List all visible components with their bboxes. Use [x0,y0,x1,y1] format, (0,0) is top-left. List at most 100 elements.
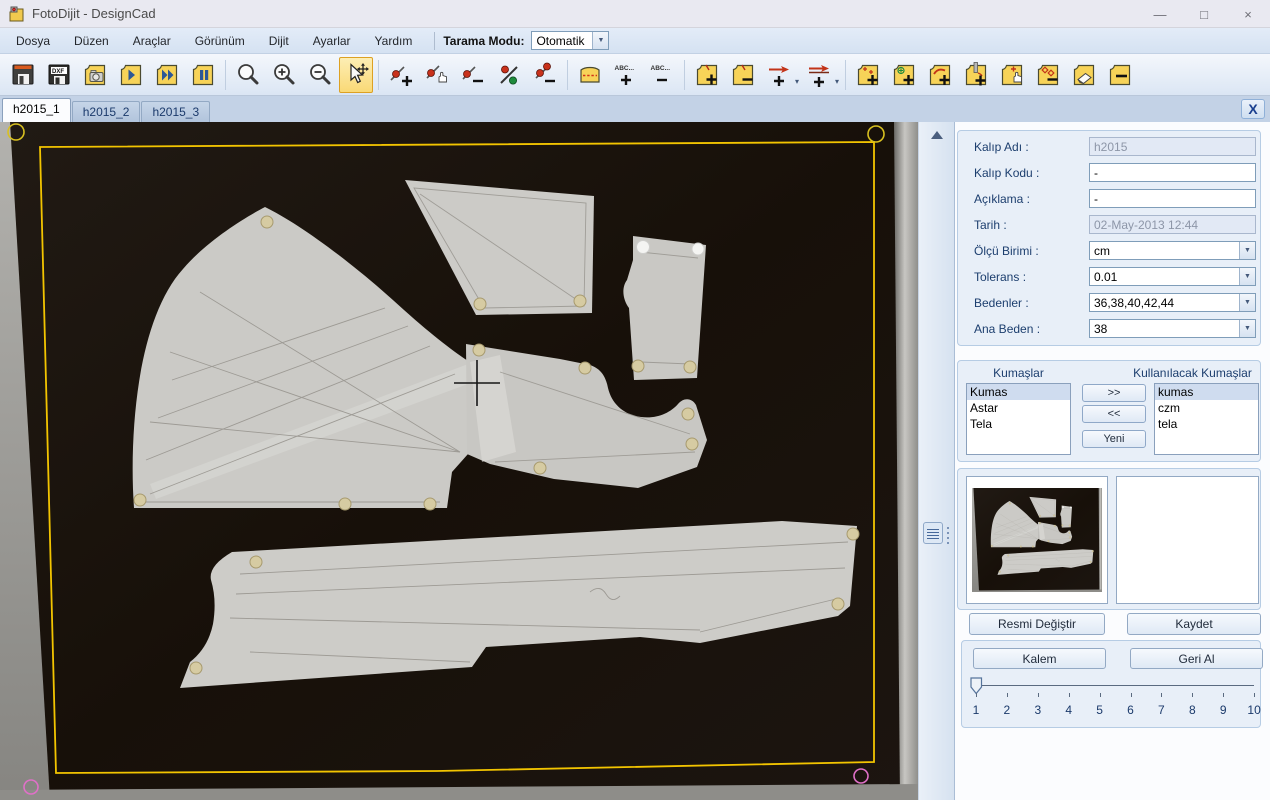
tool-scan-pause-icon[interactable] [186,57,220,93]
tool-grainline-line-add-dropdown-icon[interactable]: ▾ [835,77,839,86]
close-document-button[interactable]: X [1241,99,1265,119]
field-input-5[interactable]: 0.01▼ [1089,267,1256,286]
tool-save-dxf-icon[interactable]: DXF [42,57,76,93]
panel-collapse-handle[interactable] [923,522,943,544]
menu-item-grnm[interactable]: Görünüm [183,30,257,52]
tool-text-add-icon[interactable]: ABC... [609,57,643,93]
slider-tick [1254,693,1255,697]
tool-piece-delete-icon[interactable] [1103,57,1137,93]
tool-piece-grade-add-icon[interactable] [887,57,921,93]
fabrics-used-title: Kullanılacak Kumaşlar [1126,366,1259,380]
tool-zoom-out-icon[interactable] [303,57,337,93]
field-label: Ana Beden : [974,322,1040,336]
save-pattern-button[interactable]: Kaydet [1127,613,1261,635]
menu-item-dosya[interactable]: Dosya [4,30,62,52]
chevron-down-icon[interactable]: ▼ [1239,268,1255,285]
list-item[interactable]: tela [1155,416,1258,432]
menu-item-dijit[interactable]: Dijit [257,30,301,52]
form-row: Kalıp Adı :h2015 [958,137,1260,157]
chevron-down-icon[interactable]: ▼ [1239,294,1255,311]
tool-piece-points-add-icon[interactable] [851,57,885,93]
menu-item-aralar[interactable]: Araçlar [121,30,183,52]
tool-zoom-in-icon[interactable] [267,57,301,93]
fabrics-used-list[interactable]: kumasczmtela [1154,383,1259,455]
tool-save-icon[interactable] [6,57,40,93]
field-input-6[interactable]: 36,38,40,42,44▼ [1089,293,1256,312]
slider-label: 6 [1121,703,1141,717]
list-item[interactable]: czm [1155,400,1258,416]
field-input-4[interactable]: cm▼ [1089,241,1256,260]
tool-grainline-add-dropdown-icon[interactable]: ▾ [795,77,799,86]
field-input-1[interactable]: - [1089,163,1256,182]
pattern-info-group: Kalıp Adı :h2015Kalıp Kodu :-Açıklama :-… [957,130,1261,346]
maximize-button[interactable]: □ [1182,0,1226,28]
tool-point-delete-icon[interactable] [456,57,490,93]
undo-button[interactable]: Geri Al [1130,648,1263,669]
tool-point-type-toggle-icon[interactable] [492,57,526,93]
list-item[interactable]: Astar [967,400,1070,416]
tool-grainline-add-icon[interactable] [762,57,796,93]
tool-capture-photo-icon[interactable] [78,57,112,93]
fabrics-available-list[interactable]: KumasAstarTela [966,383,1071,455]
properties-panel: Kalıp Adı :h2015Kalıp Kodu :-Açıklama :-… [955,122,1270,800]
empty-thumbnail[interactable] [1116,476,1259,604]
tab-h2015_3[interactable]: h2015_3 [141,101,210,122]
menu-item-ayarlar[interactable]: Ayarlar [301,30,363,52]
move-left-button[interactable]: << [1082,405,1146,423]
tool-notch-add-icon[interactable] [690,57,724,93]
list-item[interactable]: Kumas [967,384,1070,400]
close-button[interactable]: × [1226,0,1270,28]
main-toolbar: DXF ABC...ABC... ▾ ▾ [0,54,1270,96]
move-right-button[interactable]: >> [1082,384,1146,402]
pen-button[interactable]: Kalem [973,648,1106,669]
new-fabric-button[interactable]: Yeni [1082,430,1146,448]
tool-point-move-icon[interactable] [420,57,454,93]
field-value: 38 [1090,322,1239,336]
menu-item-dzen[interactable]: Düzen [62,30,121,52]
tool-points-delete-icon[interactable] [528,57,562,93]
field-input-2[interactable]: - [1089,189,1256,208]
scan-mode-value: Otomatik [532,32,592,49]
field-value: cm [1090,244,1239,258]
tool-select-move-icon[interactable] [339,57,373,93]
tool-piece-marks-delete-icon[interactable] [1031,57,1065,93]
form-row: Bedenler :36,38,40,42,44▼ [958,293,1260,313]
tool-point-add-icon[interactable] [384,57,418,93]
field-value: - [1090,166,1255,180]
change-image-button[interactable]: Resmi Değiştir [969,613,1105,635]
list-item[interactable]: Tela [967,416,1070,432]
menu-item-yardm[interactable]: Yardım [363,30,425,52]
tab-h2015_2[interactable]: h2015_2 [72,101,141,122]
list-item[interactable]: kumas [1155,384,1258,400]
tool-text-delete-icon[interactable]: ABC... [645,57,679,93]
scroll-up-icon[interactable] [931,131,943,139]
tool-piece-curve-add-icon[interactable] [923,57,957,93]
chevron-down-icon[interactable]: ▼ [1239,242,1255,259]
tool-piece-pick-icon[interactable] [995,57,1029,93]
form-row: Açıklama :- [958,189,1260,209]
field-input-3: 02-May-2013 12:44 [1089,215,1256,234]
splitter-grip-dots[interactable] [947,524,949,547]
tool-scan-step-icon[interactable] [114,57,148,93]
chevron-down-icon[interactable]: ▼ [592,32,608,49]
tool-piece-drill-add-icon[interactable] [959,57,993,93]
tool-grainline-line-add-icon[interactable] [802,57,836,93]
tool-internal-line-icon[interactable] [573,57,607,93]
field-input-7[interactable]: 38▼ [1089,319,1256,338]
tab-h2015_1[interactable]: h2015_1 [2,98,71,122]
chevron-down-icon[interactable]: ▼ [1239,320,1255,337]
tool-piece-erase-icon[interactable] [1067,57,1101,93]
pen-size-slider[interactable]: 12345678910 [962,671,1262,727]
scan-mode-combobox[interactable]: Otomatik ▼ [531,31,609,50]
minimize-button[interactable]: — [1138,0,1182,28]
pattern-photo-canvas[interactable] [0,122,918,800]
window-title: FotoDijit - DesignCad [32,6,156,21]
slider-tick [1100,693,1101,697]
slider-track[interactable] [974,685,1254,686]
slider-tick [1223,693,1224,697]
tool-zoom-window-icon[interactable] [231,57,265,93]
image-thumbnail[interactable] [966,476,1108,604]
tool-notch-delete-icon[interactable] [726,57,760,93]
tool-scan-run-icon[interactable] [150,57,184,93]
fabrics-available-title: Kumaşlar [966,366,1071,380]
